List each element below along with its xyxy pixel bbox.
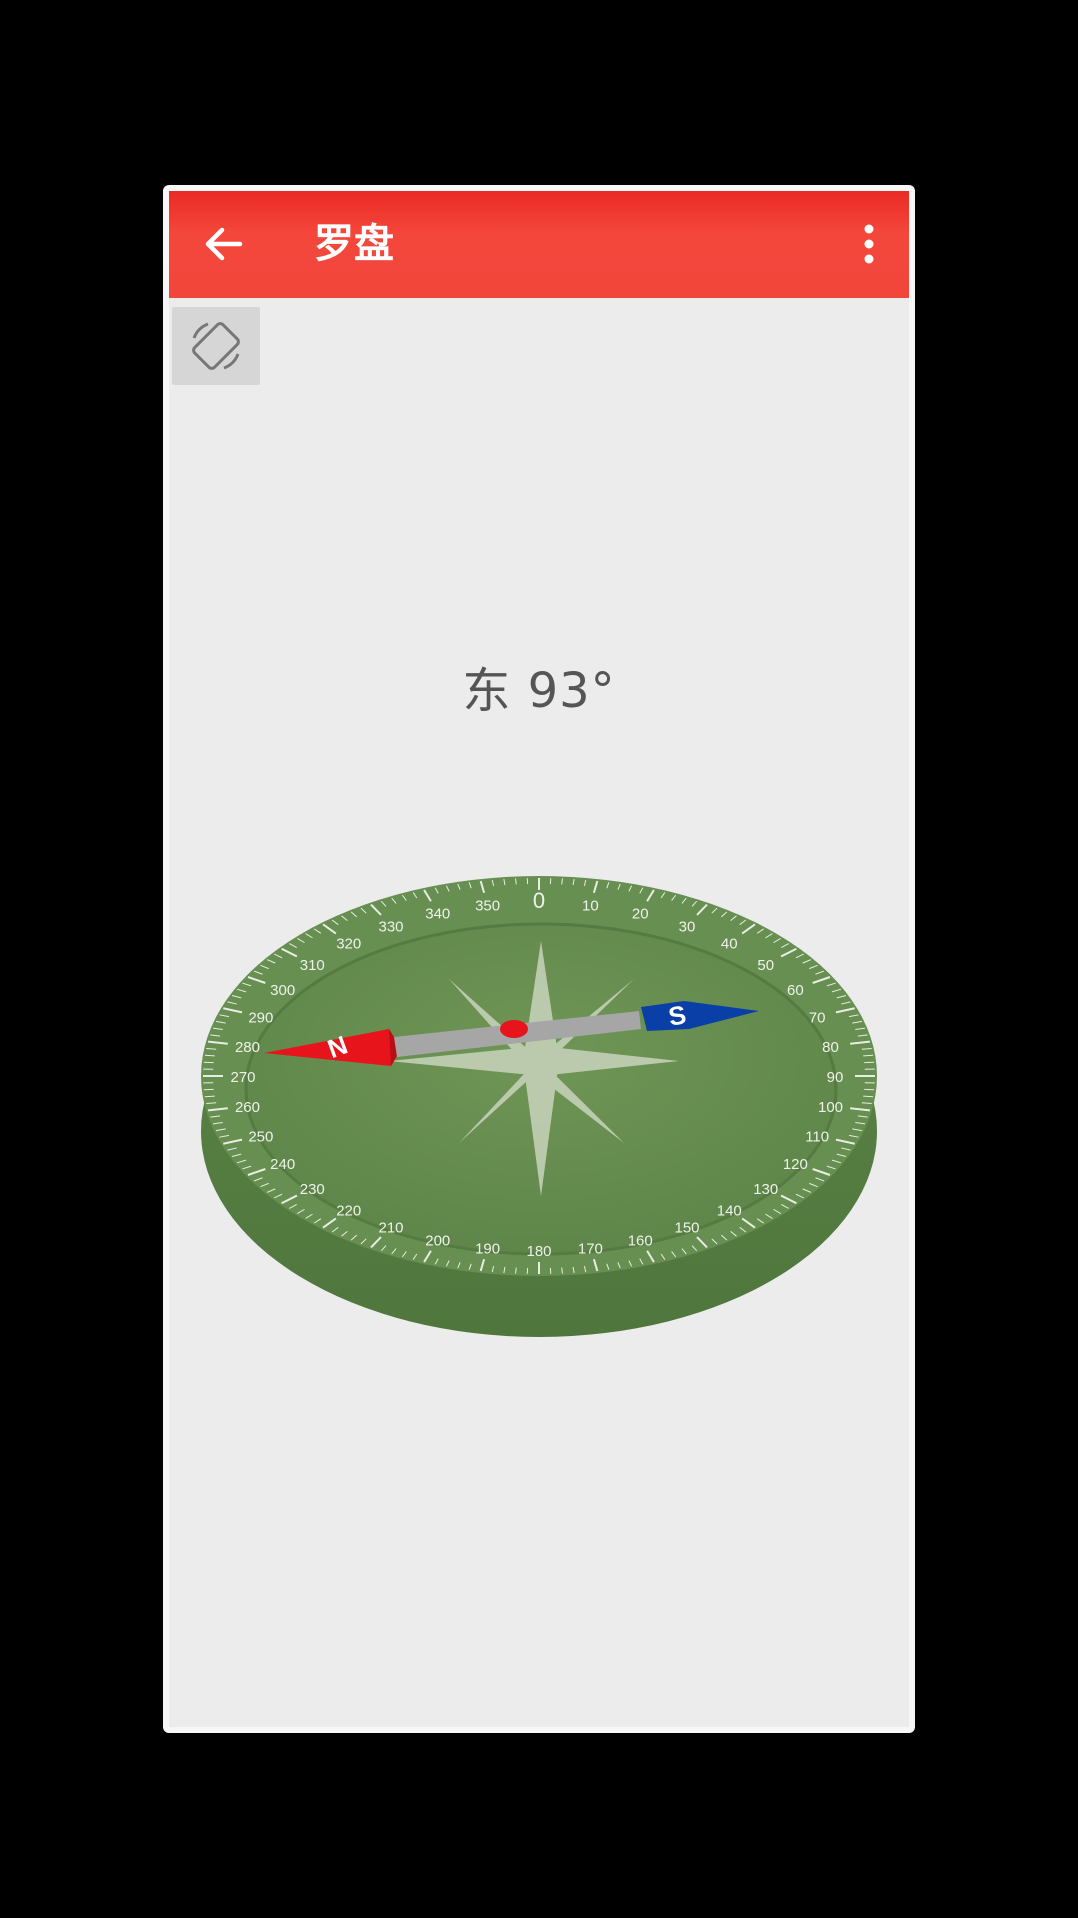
ring-label: 280	[235, 1039, 260, 1056]
ring-label: 290	[248, 1009, 273, 1026]
ring-label: 60	[787, 982, 804, 999]
ring-label: 220	[336, 1202, 361, 1219]
ring-label: 90	[827, 1069, 844, 1086]
ring-label: 310	[300, 957, 325, 974]
more-options-button[interactable]	[849, 217, 889, 271]
ring-label: 240	[270, 1156, 295, 1173]
ring-label: 50	[757, 957, 774, 974]
tick-mark	[515, 1267, 517, 1274]
ring-label: 120	[783, 1156, 808, 1173]
ring-label: 180	[526, 1243, 551, 1260]
ring-label: 260	[235, 1099, 260, 1116]
page-title: 罗盘	[314, 221, 394, 267]
ring-label: 170	[578, 1240, 603, 1257]
ring-label: 210	[378, 1220, 403, 1237]
more-vertical-icon	[864, 224, 874, 264]
ring-label: 320	[336, 936, 361, 953]
ring-label: 70	[809, 1009, 826, 1026]
ring-label: 140	[717, 1202, 742, 1219]
ring-label: 110	[805, 1129, 829, 1146]
tick-mark	[561, 1267, 563, 1274]
tick-mark	[204, 1095, 215, 1098]
ring-label: 150	[674, 1220, 699, 1237]
app-bar: 罗盘	[169, 191, 909, 298]
ring-label: 0	[533, 888, 545, 913]
ring-label: 250	[248, 1129, 273, 1146]
ring-label: 330	[378, 918, 403, 935]
ring-label: 20	[632, 905, 649, 922]
device-frame: 罗盘 东 93° 350 0 10 20 30 40 50 60 70 80 9…	[163, 185, 915, 1733]
compass-dial: 350 0 10 20 30 40 50 60 70 80 90 100 110 120 130 140 150…	[201, 876, 877, 1337]
tick-mark	[863, 1054, 874, 1057]
tick-mark	[204, 1054, 215, 1057]
ring-label: 340	[425, 905, 450, 922]
tick-mark	[561, 878, 563, 885]
arrow-left-icon	[205, 227, 243, 261]
back-button[interactable]	[199, 219, 249, 269]
ring-label: 80	[822, 1039, 839, 1056]
degree-value: 93°	[527, 663, 616, 719]
ring-label: 10	[582, 898, 599, 915]
tick-mark	[515, 878, 517, 885]
ring-label: 230	[300, 1181, 325, 1198]
app-screen: 罗盘 东 93° 350 0 10 20 30 40 50 60 70 80 9…	[169, 191, 909, 1727]
ring-label: 100	[818, 1099, 843, 1116]
ring-label: 350	[475, 898, 500, 915]
ring-label: 270	[230, 1069, 255, 1086]
ring-label: 200	[425, 1233, 450, 1250]
ring-label: 30	[679, 918, 696, 935]
screen-rotation-icon	[192, 322, 240, 370]
ring-label: 160	[628, 1233, 653, 1250]
tick-mark	[863, 1095, 874, 1098]
ring-label: 40	[721, 936, 738, 953]
direction-label: 东	[462, 663, 512, 719]
ring-label: 300	[270, 982, 295, 999]
heading-readout: 东 93°	[169, 661, 909, 721]
ring-label: 130	[753, 1181, 778, 1198]
ring-label: 190	[475, 1240, 500, 1257]
rotate-screen-button[interactable]	[172, 307, 260, 385]
